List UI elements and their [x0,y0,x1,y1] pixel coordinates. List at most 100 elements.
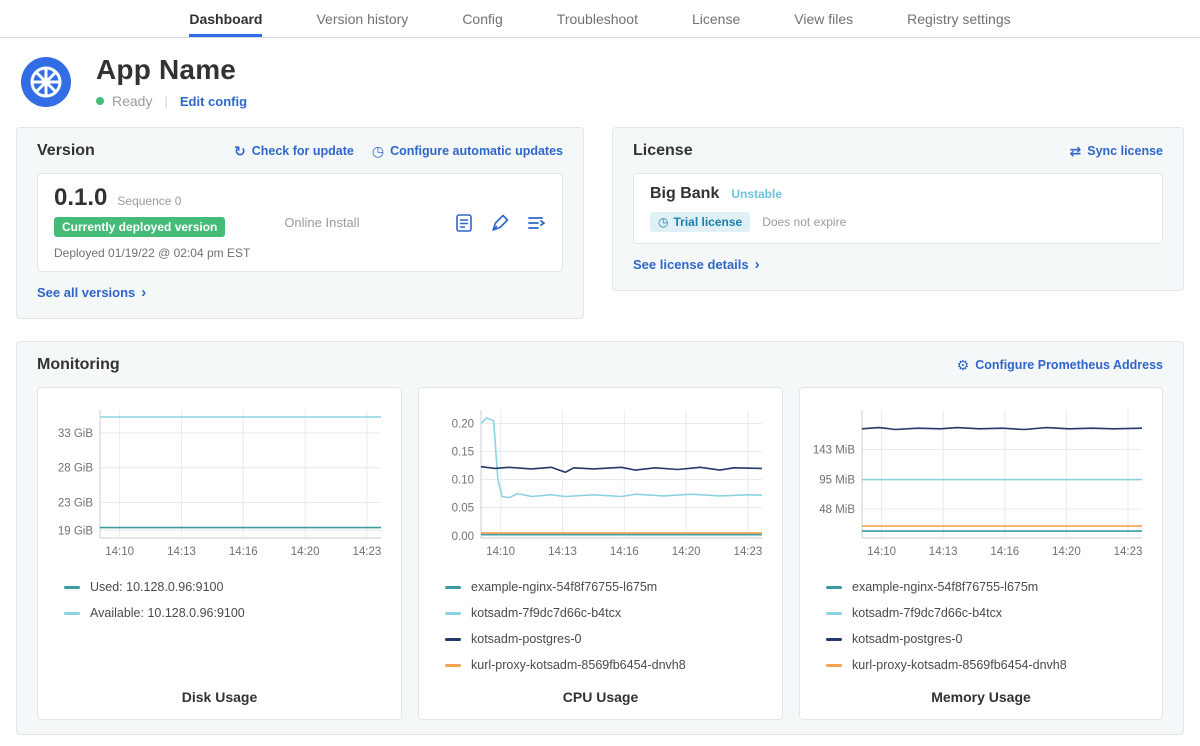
svg-text:143 MiB: 143 MiB [813,445,856,457]
deploy-logs-icon[interactable] [526,213,546,233]
cpu-usage-panel: 0.000.050.100.150.2014:1014:1314:1614:20… [418,387,783,720]
svg-text:23 GiB: 23 GiB [58,498,93,510]
svg-text:0.10: 0.10 [452,475,474,487]
legend-swatch-icon [826,664,842,667]
tab-troubleshoot[interactable]: Troubleshoot [557,0,638,37]
svg-text:0.05: 0.05 [452,503,474,515]
disk-usage-panel: 19 GiB23 GiB28 GiB33 GiB14:1014:1314:161… [37,387,402,720]
edit-config-link[interactable]: Edit config [180,94,247,109]
cpu-usage-legend: example-nginx-54f8f76755-l675m kotsadm-7f… [431,580,770,673]
see-all-versions-link[interactable]: See all versions › [37,285,146,300]
disk-usage-chart: 19 GiB23 GiB28 GiB33 GiB14:1014:1314:161… [50,400,389,564]
preflight-checks-icon[interactable] [490,213,510,233]
monitoring-section: Monitoring ⚙ Configure Prometheus Addres… [16,341,1184,735]
legend-item: kotsadm-7f9dc7d66c-b4tcx [445,606,770,621]
top-nav: Dashboard Version history Config Trouble… [0,0,1200,38]
tab-config[interactable]: Config [462,0,502,37]
chevron-right-icon: › [141,285,146,300]
see-license-details-link[interactable]: See license details › [633,257,760,272]
svg-text:95 MiB: 95 MiB [819,475,855,487]
cpu-usage-chart: 0.000.050.100.150.2014:1014:1314:1614:20… [431,400,770,564]
svg-text:14:16: 14:16 [990,546,1019,558]
memory-usage-chart: 48 MiB95 MiB143 MiB14:1014:1314:1614:201… [812,400,1150,564]
install-type-label: Online Install [284,215,359,230]
svg-text:14:13: 14:13 [167,546,196,558]
gear-icon: ⚙ [957,358,970,372]
cpu-usage-chart-title: CPU Usage [431,673,770,705]
svg-text:14:13: 14:13 [548,546,577,558]
legend-swatch-icon [826,612,842,615]
legend-item: Used: 10.128.0.96:9100 [64,580,389,595]
sequence-label: Sequence 0 [117,194,181,208]
legend-label: kotsadm-7f9dc7d66c-b4tcx [852,606,1002,621]
svg-text:0.15: 0.15 [452,447,474,459]
svg-text:14:10: 14:10 [105,546,134,558]
svg-text:14:20: 14:20 [1052,546,1081,558]
svg-text:14:23: 14:23 [353,546,382,558]
app-status: Ready [112,93,152,109]
currently-deployed-badge: Currently deployed version [54,217,225,237]
tab-registry-settings[interactable]: Registry settings [907,0,1010,37]
check-for-update-link[interactable]: ↻ Check for update [234,144,354,158]
legend-swatch-icon [445,664,461,667]
legend-label: kotsadm-7f9dc7d66c-b4tcx [471,606,621,621]
clock-icon: ◷ [372,144,384,158]
license-expiry: Does not expire [762,215,846,229]
sync-license-link[interactable]: ⇄ Sync license [1070,144,1163,158]
license-customer-name: Big Bank [650,185,719,203]
license-card-title: License [633,142,693,160]
disk-usage-legend: Used: 10.128.0.96:9100 Available: 10.128.… [50,580,389,621]
svg-text:14:20: 14:20 [672,546,701,558]
release-notes-icon[interactable] [454,213,474,233]
svg-text:14:16: 14:16 [610,546,639,558]
configure-automatic-updates-link[interactable]: ◷ Configure automatic updates [372,144,563,158]
legend-swatch-icon [64,586,80,589]
legend-item: Available: 10.128.0.96:9100 [64,606,389,621]
memory-usage-legend: example-nginx-54f8f76755-l675mkotsadm-7f… [812,580,1150,673]
tab-version-history[interactable]: Version history [316,0,408,37]
kubernetes-logo-icon [20,56,72,108]
legend-swatch-icon [445,612,461,615]
trial-license-badge: ◷ Trial license [650,212,750,232]
memory-usage-panel: 48 MiB95 MiB143 MiB14:1014:1314:1614:201… [799,387,1163,720]
svg-text:48 MiB: 48 MiB [819,505,855,517]
svg-text:14:16: 14:16 [229,546,258,558]
legend-item: kotsadm-postgres-0 [826,632,1150,647]
svg-text:14:10: 14:10 [486,546,515,558]
svg-text:19 GiB: 19 GiB [58,526,93,538]
tab-dashboard[interactable]: Dashboard [189,0,262,37]
svg-text:33 GiB: 33 GiB [58,428,93,440]
license-info-box: Big Bank Unstable ◷ Trial license Does n… [633,173,1163,244]
legend-swatch-icon [64,612,80,615]
chevron-right-icon: › [755,257,760,272]
page-title: App Name [96,54,247,86]
current-version-box: 0.1.0 Sequence 0 Currently deployed vers… [37,173,563,272]
legend-label: Used: 10.128.0.96:9100 [90,580,223,595]
tab-view-files[interactable]: View files [794,0,853,37]
channel-badge: Unstable [731,187,782,201]
sync-icon: ⇄ [1070,144,1082,158]
tab-license[interactable]: License [692,0,740,37]
license-card: License ⇄ Sync license Big Bank Unstable… [612,127,1184,291]
version-card-title: Version [37,142,95,160]
legend-item: kurl-proxy-kotsadm-8569fb6454-dnvh8 [445,658,770,673]
legend-item: kotsadm-7f9dc7d66c-b4tcx [826,606,1150,621]
monitoring-title: Monitoring [37,356,120,374]
legend-label: kotsadm-postgres-0 [471,632,581,647]
legend-label: kurl-proxy-kotsadm-8569fb6454-dnvh8 [852,658,1067,673]
disk-usage-chart-title: Disk Usage [50,673,389,705]
svg-text:14:13: 14:13 [929,546,958,558]
legend-label: example-nginx-54f8f76755-l675m [471,580,657,595]
configure-prometheus-link[interactable]: ⚙ Configure Prometheus Address [957,358,1163,372]
legend-swatch-icon [445,638,461,641]
refresh-icon: ↻ [234,144,246,158]
legend-item: kotsadm-postgres-0 [445,632,770,647]
divider: | [164,94,167,109]
legend-swatch-icon [826,638,842,641]
version-card: Version ↻ Check for update ◷ Configure a… [16,127,584,319]
legend-item: kurl-proxy-kotsadm-8569fb6454-dnvh8 [826,658,1150,673]
svg-text:14:20: 14:20 [291,546,320,558]
svg-text:14:23: 14:23 [734,546,763,558]
ready-status-dot-icon [96,97,104,105]
version-number: 0.1.0 [54,185,107,211]
